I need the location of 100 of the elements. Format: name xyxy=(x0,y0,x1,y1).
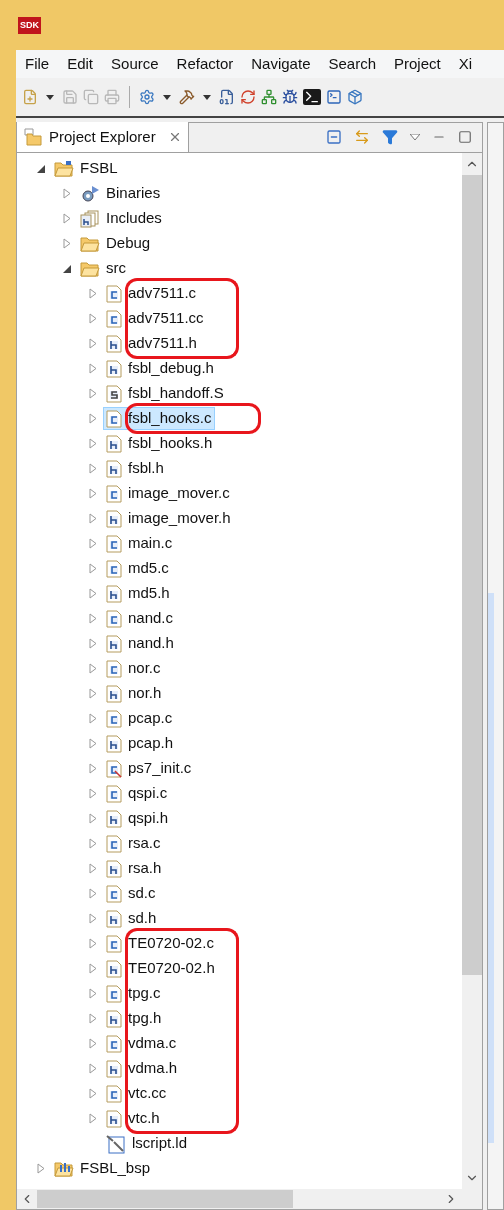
panel-tab[interactable]: Project Explorer xyxy=(17,122,189,152)
tree-item[interactable]: md5.h xyxy=(103,582,174,605)
expand-arrow-icon[interactable] xyxy=(89,463,97,474)
expand-arrow-icon[interactable] xyxy=(89,1088,97,1099)
menu-item[interactable]: File xyxy=(25,52,50,76)
scrollbar-thumb[interactable] xyxy=(462,175,482,975)
expand-arrow-icon[interactable] xyxy=(89,938,97,949)
expand-arrow-icon[interactable] xyxy=(89,863,97,874)
tree-item[interactable]: Debug xyxy=(77,232,155,255)
tree-item[interactable]: pcap.c xyxy=(103,707,177,730)
gear-icon[interactable] xyxy=(139,89,155,105)
view-menu-icon[interactable] xyxy=(410,134,420,140)
menu-item[interactable]: Edit xyxy=(67,52,94,76)
tree-item[interactable]: rsa.c xyxy=(103,832,165,855)
dropdown-caret-icon[interactable] xyxy=(46,94,54,100)
collapse-arrow-icon[interactable] xyxy=(63,264,71,273)
tree-item[interactable]: tpg.h xyxy=(103,1007,166,1030)
save-all-icon[interactable] xyxy=(83,89,99,105)
expand-arrow-icon[interactable] xyxy=(89,838,97,849)
expand-arrow-icon[interactable] xyxy=(89,1038,97,1049)
expand-arrow-icon[interactable] xyxy=(89,813,97,824)
tree-item[interactable]: FSBL xyxy=(51,157,122,180)
tree-item[interactable]: fsbl.h xyxy=(103,457,168,480)
tree-item[interactable]: lscript.ld xyxy=(103,1132,191,1155)
tree-item[interactable]: fsbl_hooks.c xyxy=(103,407,216,430)
dropdown-caret-icon[interactable] xyxy=(203,94,211,100)
expand-arrow-icon[interactable] xyxy=(89,738,97,749)
expand-arrow-icon[interactable] xyxy=(89,363,97,374)
expand-arrow-icon[interactable] xyxy=(89,513,97,524)
bug-icon[interactable] xyxy=(282,89,298,105)
expand-arrow-icon[interactable] xyxy=(89,638,97,649)
expand-arrow-icon[interactable] xyxy=(63,238,71,249)
expand-arrow-icon[interactable] xyxy=(89,788,97,799)
tree-item[interactable]: tpg.c xyxy=(103,982,165,1005)
expand-arrow-icon[interactable] xyxy=(89,588,97,599)
collapse-all-icon[interactable] xyxy=(326,129,342,145)
expand-arrow-icon[interactable] xyxy=(89,413,97,424)
tree-item[interactable]: src xyxy=(77,257,130,280)
tree-item[interactable]: pcap.h xyxy=(103,732,178,755)
menu-item[interactable]: Xi xyxy=(458,52,473,76)
console-icon[interactable] xyxy=(326,89,342,105)
scrollbar-thumb[interactable] xyxy=(37,1190,293,1208)
link-arrows-icon[interactable] xyxy=(354,129,370,145)
expand-arrow-icon[interactable] xyxy=(89,488,97,499)
tree-item[interactable]: rsa.h xyxy=(103,857,166,880)
expand-arrow-icon[interactable] xyxy=(89,1063,97,1074)
dropdown-caret-icon[interactable] xyxy=(163,94,171,100)
tree-item[interactable]: fsbl_debug.h xyxy=(103,357,218,380)
tree-item[interactable]: main.c xyxy=(103,532,177,555)
expand-arrow-icon[interactable] xyxy=(63,213,71,224)
tree-item[interactable]: adv7511.c xyxy=(103,282,201,305)
tree-item[interactable]: vtc.cc xyxy=(103,1082,171,1105)
save-icon[interactable] xyxy=(62,89,78,105)
refresh-icon[interactable] xyxy=(240,89,256,105)
tree-item[interactable]: TE0720-02.h xyxy=(103,957,219,980)
tree-item[interactable]: fsbl_handoff.S xyxy=(103,382,228,405)
binary-file-icon[interactable] xyxy=(219,89,235,105)
expand-arrow-icon[interactable] xyxy=(89,888,97,899)
tree-item[interactable]: adv7511.cc xyxy=(103,307,208,330)
tree-item[interactable]: nand.h xyxy=(103,632,178,655)
tree-item[interactable]: sd.h xyxy=(103,907,161,930)
expand-arrow-icon[interactable] xyxy=(89,713,97,724)
expand-arrow-icon[interactable] xyxy=(89,563,97,574)
expand-arrow-icon[interactable] xyxy=(37,1163,45,1174)
menu-item[interactable]: Navigate xyxy=(251,52,311,76)
expand-arrow-icon[interactable] xyxy=(89,538,97,549)
menu-item[interactable]: Project xyxy=(394,52,441,76)
expand-arrow-icon[interactable] xyxy=(89,688,97,699)
expand-arrow-icon[interactable] xyxy=(89,388,97,399)
print-icon[interactable] xyxy=(104,89,120,105)
menu-item[interactable]: Refactor xyxy=(176,52,234,76)
terminal-icon[interactable] xyxy=(303,89,321,105)
tree-item[interactable]: TE0720-02.c xyxy=(103,932,218,955)
vertical-scrollbar[interactable] xyxy=(462,153,482,1189)
tree-item[interactable]: FSBL_bsp xyxy=(51,1157,155,1180)
tree-item[interactable]: qspi.h xyxy=(103,807,173,830)
expand-arrow-icon[interactable] xyxy=(89,663,97,674)
collapse-arrow-icon[interactable] xyxy=(37,164,45,173)
expand-arrow-icon[interactable] xyxy=(89,963,97,974)
expand-arrow-icon[interactable] xyxy=(89,613,97,624)
tree-item[interactable]: sd.c xyxy=(103,882,160,905)
hammer-icon[interactable] xyxy=(179,89,195,105)
tree-item[interactable]: nand.c xyxy=(103,607,178,630)
tree-item[interactable]: nor.c xyxy=(103,657,165,680)
expand-arrow-icon[interactable] xyxy=(89,988,97,999)
expand-arrow-icon[interactable] xyxy=(89,1113,97,1124)
tree-item[interactable]: vdma.h xyxy=(103,1057,182,1080)
menu-item[interactable]: Search xyxy=(328,52,376,76)
tree-item[interactable]: qspi.c xyxy=(103,782,172,805)
tree-item[interactable]: Includes xyxy=(77,207,166,230)
tree-item[interactable]: ps7_init.c xyxy=(103,757,196,780)
tree-item[interactable]: vdma.c xyxy=(103,1032,181,1055)
tree-item[interactable]: image_mover.c xyxy=(103,482,234,505)
tree-item[interactable]: nor.h xyxy=(103,682,166,705)
filter-icon[interactable] xyxy=(382,129,398,145)
expand-arrow-icon[interactable] xyxy=(89,288,97,299)
network-icon[interactable] xyxy=(261,89,277,105)
tree-item[interactable]: Binaries xyxy=(77,182,165,205)
tree-item[interactable]: adv7511.h xyxy=(103,332,201,355)
new-file-icon[interactable] xyxy=(22,89,38,105)
